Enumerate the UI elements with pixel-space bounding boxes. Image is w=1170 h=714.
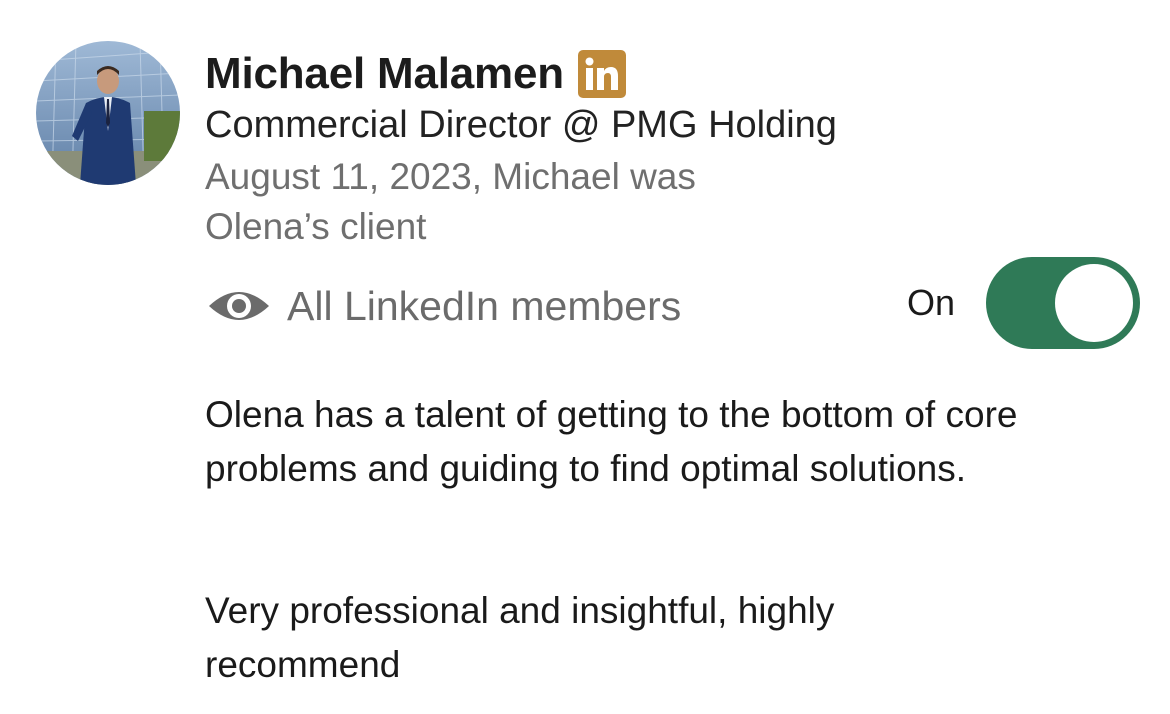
toggle-knob (1055, 264, 1133, 342)
recommender-headline: Commercial Director @ PMG Holding (205, 104, 837, 146)
relationship-date: August 11, 2023, Michael was (205, 156, 696, 197)
visibility-setting: All LinkedIn members (207, 278, 681, 334)
eye-icon (209, 292, 269, 320)
visibility-label: All LinkedIn members (287, 282, 682, 329)
recommender-name-row: Michael Malamen (205, 46, 626, 102)
recommendation-paragraph-1: Olena has a talent of getting to the bot… (205, 394, 1018, 489)
relationship-type: Olena’s client (205, 206, 427, 247)
recommendation-paragraph-2: Very professional and insightful, highly… (205, 590, 835, 685)
avatar[interactable] (36, 41, 180, 185)
visibility-toggle[interactable] (986, 257, 1140, 349)
recommender-name[interactable]: Michael Malamen (205, 49, 564, 99)
linkedin-icon (577, 50, 626, 98)
toggle-state-label: On (907, 282, 956, 323)
